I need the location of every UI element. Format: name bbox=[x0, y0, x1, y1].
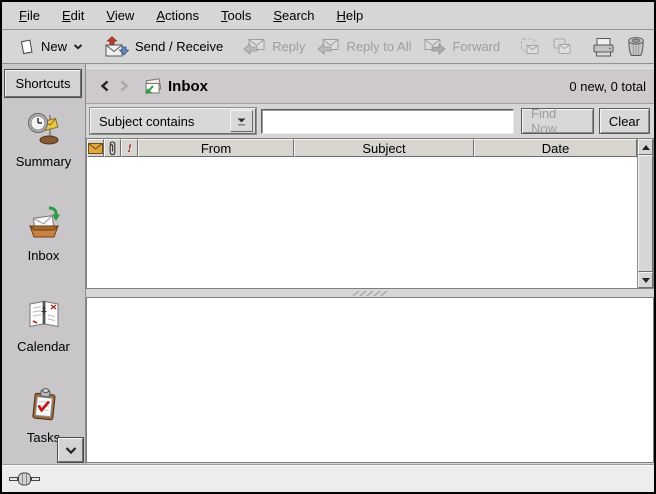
search-criteria-value: Subject contains bbox=[99, 114, 194, 129]
shortcuts-group-button[interactable]: Shortcuts bbox=[5, 70, 81, 97]
menu-actions[interactable]: Actions bbox=[145, 2, 210, 29]
scroll-down-button[interactable] bbox=[638, 272, 653, 288]
move-to-folder-icon bbox=[520, 37, 540, 56]
new-document-icon bbox=[18, 38, 35, 56]
trash-button[interactable] bbox=[621, 33, 651, 60]
message-list-scrollbar[interactable] bbox=[637, 139, 653, 288]
pane-splitter[interactable] bbox=[86, 289, 654, 297]
menu-edit[interactable]: Edit bbox=[51, 2, 95, 29]
reply-button[interactable]: Reply bbox=[237, 34, 311, 59]
copy-to-folder-button[interactable] bbox=[546, 34, 578, 59]
search-bar: Subject contains Find Now Clear bbox=[86, 104, 654, 138]
inbox-folder-icon bbox=[142, 77, 163, 96]
reply-label: Reply bbox=[272, 39, 305, 54]
main-area: Inbox 0 new, 0 total Subject contains Fi… bbox=[86, 64, 654, 464]
dropdown-caret-icon bbox=[73, 44, 83, 50]
column-from[interactable]: From bbox=[138, 139, 294, 157]
find-now-button[interactable]: Find Now bbox=[521, 108, 594, 134]
folder-header-bar: Inbox 0 new, 0 total bbox=[86, 68, 654, 104]
menu-tools[interactable]: Tools bbox=[210, 2, 262, 29]
reply-to-all-button[interactable]: Reply to All bbox=[311, 34, 417, 59]
sidebar-item-tasks[interactable]: Tasks bbox=[2, 386, 85, 445]
plug-connected-icon[interactable] bbox=[9, 471, 40, 487]
shortcuts-label: Shortcuts bbox=[16, 76, 71, 91]
summary-icon bbox=[2, 110, 85, 148]
search-criteria-dropdown[interactable]: Subject contains bbox=[90, 108, 256, 134]
sidebar-item-summary[interactable]: Summary bbox=[2, 110, 85, 169]
forward-nav-icon bbox=[120, 80, 129, 92]
triangle-up-icon bbox=[641, 144, 651, 151]
forward-button-nav[interactable] bbox=[114, 75, 134, 97]
message-list-header: ! From Subject Date bbox=[87, 139, 637, 157]
column-priority[interactable]: ! bbox=[121, 139, 138, 157]
menu-file[interactable]: File bbox=[8, 2, 51, 29]
message-list-body[interactable] bbox=[87, 157, 637, 288]
column-subject[interactable]: Subject bbox=[294, 139, 474, 157]
scroll-up-button[interactable] bbox=[638, 139, 653, 155]
toolbar-overflow-button[interactable] bbox=[651, 37, 656, 57]
print-icon bbox=[592, 37, 615, 57]
message-list-pane: ! From Subject Date bbox=[86, 138, 654, 289]
message-count-status: 0 new, 0 total bbox=[569, 79, 646, 94]
menu-view[interactable]: View bbox=[95, 2, 145, 29]
menu-search[interactable]: Search bbox=[262, 2, 325, 29]
toolbar: New Send / Receive bbox=[2, 30, 654, 64]
new-button[interactable]: New bbox=[12, 35, 89, 59]
sidebar-scroll-down-button[interactable] bbox=[58, 438, 83, 462]
statusbar bbox=[2, 464, 654, 492]
move-to-folder-button[interactable] bbox=[514, 34, 546, 59]
reply-icon bbox=[243, 37, 266, 56]
inbox-icon bbox=[2, 204, 85, 242]
sidebar-item-label: Inbox bbox=[2, 248, 85, 263]
triangle-down-icon bbox=[641, 277, 651, 284]
column-status[interactable] bbox=[87, 139, 104, 157]
back-button[interactable] bbox=[94, 75, 114, 97]
back-icon bbox=[100, 80, 109, 92]
menubar: File Edit View Actions Tools Search Help bbox=[2, 2, 654, 30]
reply-to-all-label: Reply to All bbox=[346, 39, 411, 54]
menu-help[interactable]: Help bbox=[326, 2, 375, 29]
sidebar-item-calendar[interactable]: Calendar bbox=[2, 295, 85, 354]
search-input[interactable] bbox=[261, 109, 514, 134]
column-attachment[interactable] bbox=[104, 139, 121, 157]
send-receive-icon bbox=[103, 36, 129, 58]
forward-label: Forward bbox=[452, 39, 500, 54]
sidebar-item-label: Summary bbox=[2, 154, 85, 169]
sidebar-item-inbox[interactable]: Inbox bbox=[2, 204, 85, 263]
trash-icon bbox=[627, 36, 645, 57]
splitter-hatch-icon bbox=[351, 290, 389, 297]
paperclip-icon bbox=[108, 141, 117, 156]
evolution-window: File Edit View Actions Tools Search Help… bbox=[0, 0, 656, 494]
column-date[interactable]: Date bbox=[474, 139, 637, 157]
priority-icon: ! bbox=[127, 141, 132, 156]
calendar-icon bbox=[2, 295, 85, 333]
shortcut-bar: Shortcuts Summary bbox=[2, 64, 86, 464]
chevron-down-icon bbox=[64, 446, 78, 455]
reply-to-all-icon bbox=[317, 37, 340, 56]
combo-arrow-icon bbox=[230, 110, 253, 132]
message-preview-pane[interactable] bbox=[86, 297, 654, 463]
scrollbar-thumb[interactable] bbox=[638, 155, 653, 272]
print-button[interactable] bbox=[586, 34, 621, 60]
sidebar-item-label: Calendar bbox=[2, 339, 85, 354]
forward-button[interactable]: Forward bbox=[417, 34, 506, 59]
send-receive-label: Send / Receive bbox=[135, 39, 223, 54]
send-receive-button[interactable]: Send / Receive bbox=[97, 33, 229, 61]
tasks-icon bbox=[2, 386, 85, 424]
folder-title: Inbox bbox=[168, 78, 208, 95]
new-button-label: New bbox=[41, 39, 67, 54]
forward-icon bbox=[423, 37, 446, 56]
copy-to-folder-icon bbox=[552, 37, 572, 56]
envelope-icon bbox=[88, 143, 103, 154]
clear-button[interactable]: Clear bbox=[599, 108, 650, 134]
